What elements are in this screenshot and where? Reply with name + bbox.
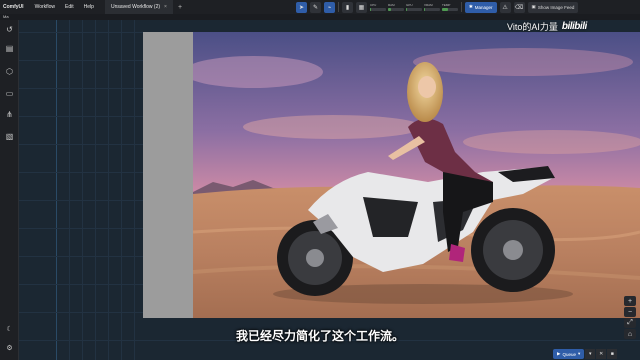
app-brand: ComfyUI bbox=[3, 4, 24, 10]
meter-bar bbox=[388, 7, 404, 11]
toggle-links-icon[interactable]: ⌂ bbox=[624, 329, 636, 339]
zoom-out-icon[interactable]: − bbox=[624, 307, 636, 317]
grid-line bbox=[121, 20, 122, 360]
eraser-icon[interactable]: ⌫ bbox=[513, 1, 525, 13]
toolbar-divider bbox=[338, 2, 339, 12]
meter-label: TEMP bbox=[442, 2, 451, 7]
model-library-icon[interactable]: ⬡ bbox=[4, 66, 15, 77]
stop-icon[interactable]: ■ bbox=[607, 349, 618, 359]
meter-fill bbox=[424, 7, 426, 11]
queue-label: Queue bbox=[562, 351, 576, 357]
grid-icon[interactable]: ▦ bbox=[356, 1, 367, 13]
meter-fill bbox=[388, 7, 391, 11]
toolbar: ➤ ✎ ⌁ ▮ ▦ CPU RAM GPU VRAM TEMP ✱ Manager ⚠ … bbox=[296, 1, 579, 13]
puzzle-icon: ✱ bbox=[469, 4, 473, 9]
grid-line bbox=[82, 20, 83, 360]
chevron-down-icon: ▾ bbox=[577, 351, 581, 356]
cancel-icon[interactable]: ✕ bbox=[596, 349, 607, 359]
node-library-icon[interactable]: ▤ bbox=[4, 43, 15, 54]
show-image-feed-button[interactable]: ▣ Show Image Feed bbox=[527, 1, 579, 13]
menu-help[interactable]: Help bbox=[79, 0, 99, 14]
queue-button[interactable]: ▶ Queue ▾ bbox=[553, 349, 585, 359]
workflow-tab[interactable]: Unsaved Workflow (2) × bbox=[104, 0, 173, 14]
queue-bar: ▶ Queue ▾ ▾ ✕ ■ bbox=[553, 349, 618, 359]
meter-bar bbox=[370, 7, 386, 11]
generated-image-preview[interactable] bbox=[193, 32, 640, 318]
bilibili-logo: bilibili bbox=[561, 21, 587, 32]
play-icon: ▶ bbox=[557, 351, 561, 356]
watermark: Vito的AI力量 bilibili bbox=[507, 20, 587, 33]
image-icon: ▣ bbox=[531, 4, 536, 9]
tab-close-icon[interactable]: × bbox=[164, 4, 167, 10]
workflow-tab-label: Unsaved Workflow (2) bbox=[110, 4, 161, 10]
manager-label: Manager bbox=[474, 4, 493, 10]
warning-icon[interactable]: ⚠ bbox=[499, 1, 511, 13]
link-icon[interactable]: ⌁ bbox=[324, 1, 335, 13]
grid-line bbox=[56, 20, 57, 360]
zoom-controls: + − ⤢ ⌂ bbox=[624, 296, 636, 339]
cursor-icon[interactable]: ➤ bbox=[296, 1, 307, 13]
grid-line bbox=[69, 20, 70, 360]
meter-fill bbox=[442, 7, 448, 11]
video-subtitle: 我已经尽力简化了这个工作流。 bbox=[235, 329, 404, 343]
meter-fill bbox=[370, 7, 371, 11]
resource-meter: GPU bbox=[406, 2, 422, 13]
meter-bar bbox=[406, 7, 422, 11]
meter-label: CPU bbox=[370, 2, 377, 7]
history-icon[interactable]: ↺ bbox=[4, 24, 15, 35]
fit-view-icon[interactable]: ⤢ bbox=[624, 318, 636, 328]
toolbar-divider bbox=[461, 2, 462, 12]
zoom-in-icon[interactable]: + bbox=[624, 296, 636, 306]
meter-label: VRAM bbox=[424, 2, 433, 7]
pin-icon[interactable]: ✎ bbox=[310, 1, 321, 13]
templates-icon[interactable]: ▧ bbox=[4, 131, 15, 142]
menu-workflow[interactable]: Workflow bbox=[30, 0, 60, 14]
resource-meters: CPU RAM GPU VRAM TEMP bbox=[370, 2, 458, 13]
meter-label: RAM bbox=[388, 2, 395, 7]
folder-icon[interactable]: ▭ bbox=[4, 88, 15, 99]
meter-bar bbox=[442, 7, 458, 11]
manager-button[interactable]: ✱ Manager bbox=[465, 1, 497, 13]
meter-bar bbox=[424, 7, 440, 11]
meter-label: GPU bbox=[406, 2, 413, 7]
grid-line bbox=[134, 20, 135, 360]
resource-meter: RAM bbox=[388, 2, 404, 13]
workflow-tree-icon[interactable]: ⋔ bbox=[4, 109, 15, 120]
motorcycle-image bbox=[193, 32, 640, 318]
bookmark-icon[interactable]: ▮ bbox=[342, 1, 353, 13]
comfyui-window: ComfyUI Workflow Edit Help Unsaved Workf… bbox=[0, 0, 640, 360]
queue-options-icon[interactable]: ▾ bbox=[585, 349, 596, 359]
resource-meter: TEMP bbox=[442, 2, 458, 13]
watermark-text: Vito的AI力量 bbox=[507, 22, 558, 32]
menu-edit[interactable]: Edit bbox=[60, 0, 79, 14]
new-tab-button[interactable]: + bbox=[173, 4, 187, 11]
feed-label: Show Image Feed bbox=[537, 4, 575, 10]
resource-meter: VRAM bbox=[424, 2, 440, 13]
grid-line bbox=[108, 20, 109, 360]
sidebar: ↺ ▤ ⬡ ▭ ⋔ ▧ ☾ ⚙ bbox=[0, 20, 19, 360]
resource-meter: CPU bbox=[370, 2, 386, 13]
grid-line bbox=[95, 20, 96, 360]
